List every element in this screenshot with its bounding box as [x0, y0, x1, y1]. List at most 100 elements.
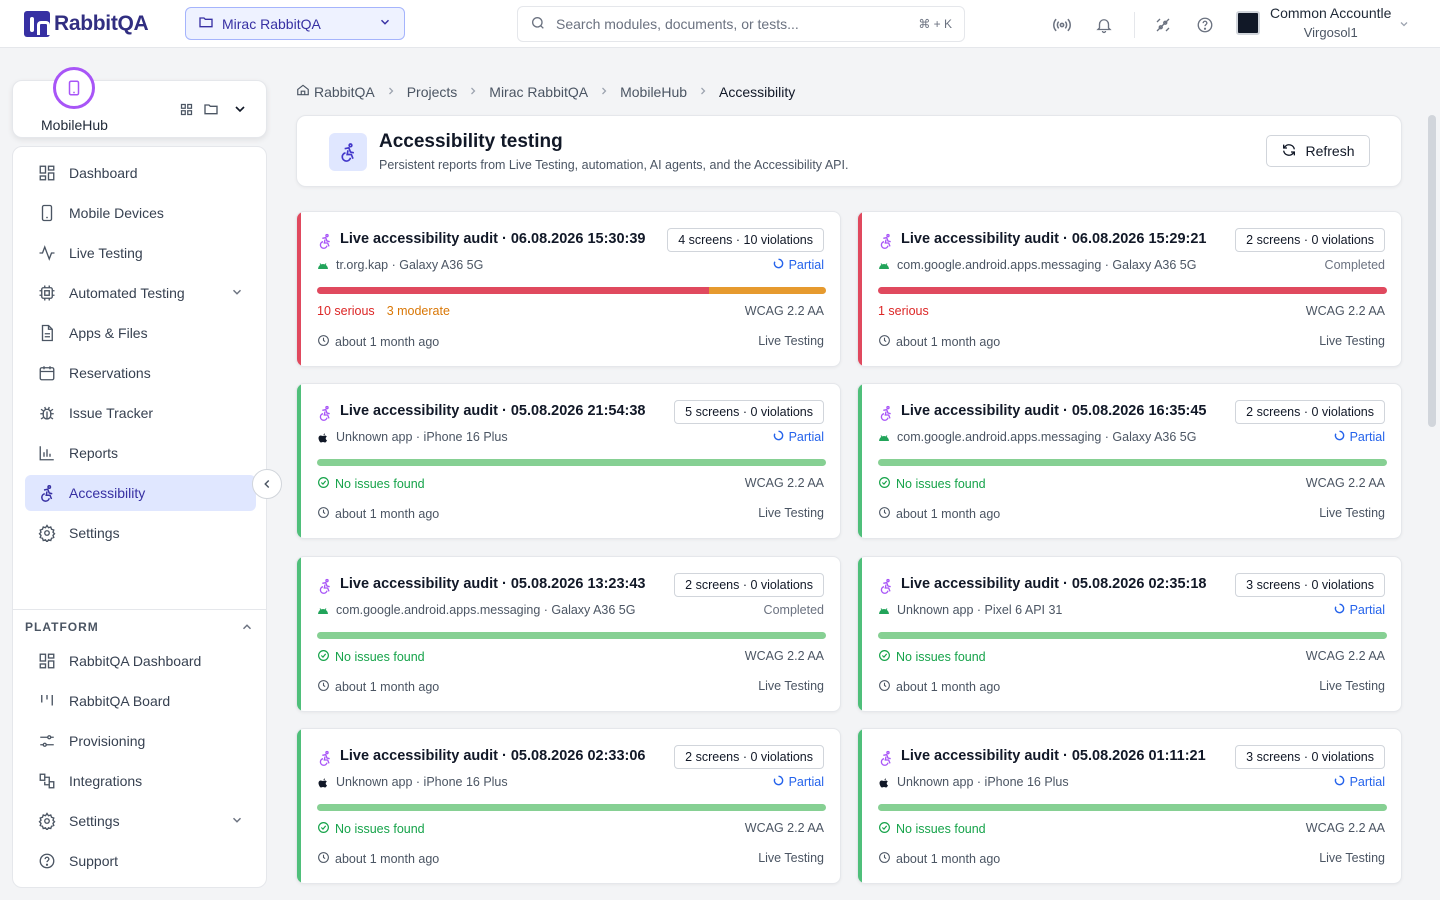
app-logo[interactable]: RabbitQA	[24, 11, 149, 37]
broadcast-icon[interactable]	[1050, 13, 1074, 37]
breadcrumb-item[interactable]: Projects	[407, 84, 458, 100]
grid-view-icon[interactable]	[179, 102, 194, 120]
violation-counts: 10 serious 3 moderate	[317, 304, 450, 318]
theme-toggle-icon[interactable]	[1151, 13, 1175, 37]
audit-title[interactable]: Live accessibility audit · 05.08.2026 16…	[901, 403, 1206, 419]
avatar	[1236, 10, 1260, 35]
sidebar-item-label: Automated Testing	[69, 285, 185, 301]
audit-card[interactable]: Live accessibility audit · 05.08.2026 02…	[296, 727, 841, 884]
audit-card[interactable]: Live accessibility audit · 05.08.2026 16…	[857, 383, 1402, 540]
audit-card[interactable]: Live accessibility audit · 05.08.2026 01…	[857, 727, 1402, 884]
audit-title[interactable]: Live accessibility audit · 05.08.2026 01…	[901, 748, 1206, 764]
rabbitqa-logo-icon	[24, 11, 50, 37]
sidebar-item-reservations[interactable]: Reservations	[25, 355, 256, 391]
ok-segment	[317, 803, 826, 811]
audit-card[interactable]: Live accessibility audit · 05.08.2026 13…	[296, 555, 841, 712]
global-search[interactable]: Search modules, documents, or tests... ⌘…	[517, 6, 965, 42]
collapse-sidebar-button[interactable]	[252, 469, 282, 499]
bug-icon	[37, 403, 57, 423]
breadcrumb-item[interactable]: Mirac RabbitQA	[489, 84, 588, 100]
audit-source: Live Testing	[758, 678, 824, 693]
project-selector[interactable]: Mirac RabbitQA	[185, 7, 405, 40]
audit-summary-badge: 2 screens · 0 violations	[674, 744, 824, 769]
help-icon[interactable]	[1193, 13, 1217, 37]
check-circle-icon	[878, 821, 891, 837]
audit-card[interactable]: Live accessibility audit · 05.08.2026 02…	[857, 555, 1402, 712]
partial-icon	[1334, 603, 1345, 617]
chevron-up-icon[interactable]	[240, 620, 254, 637]
top-bar: RabbitQA Mirac RabbitQA Search modules, …	[0, 0, 1440, 48]
violation-counts: No issues found	[878, 821, 986, 837]
folder-icon[interactable]	[203, 101, 219, 120]
divider	[13, 609, 266, 610]
accessibility-icon	[317, 405, 333, 424]
sidebar-item-settings[interactable]: Settings	[25, 515, 256, 551]
sidebar-item-support[interactable]: Support	[25, 843, 256, 879]
divider	[1134, 12, 1135, 38]
severity-accent	[297, 556, 301, 711]
audit-card[interactable]: Live accessibility audit · 06.08.2026 15…	[296, 211, 841, 367]
accessibility-icon	[878, 578, 894, 597]
app-name: RabbitQA	[54, 12, 149, 35]
audit-title[interactable]: Live accessibility audit · 05.08.2026 02…	[901, 576, 1206, 592]
breadcrumb-item[interactable]: MobileHub	[620, 84, 687, 100]
audit-app-device: com.google.android.apps.messaging · Gala…	[897, 258, 1197, 272]
audit-title[interactable]: Live accessibility audit · 05.08.2026 13…	[340, 576, 645, 592]
sidebar-item-settings[interactable]: Settings	[25, 803, 256, 839]
sidebar-item-rabbitqa-dashboard[interactable]: RabbitQA Dashboard	[25, 643, 256, 679]
sidebar-item-integrations[interactable]: Integrations	[25, 763, 256, 799]
audit-status: Partial	[1334, 603, 1385, 617]
clock-icon	[317, 506, 330, 522]
wcag-standard: WCAG 2.2 AA	[744, 648, 824, 663]
clock-icon	[317, 851, 330, 867]
partial-icon	[773, 775, 784, 789]
audit-source: Live Testing	[758, 506, 824, 521]
ok-segment	[878, 459, 1387, 467]
no-issues-label: No issues found	[335, 821, 425, 836]
audit-summary-badge: 2 screens · 0 violations	[1235, 400, 1385, 425]
breadcrumb-item[interactable]: RabbitQA	[314, 84, 375, 100]
audit-summary-badge: 2 screens · 0 violations	[1235, 228, 1385, 252]
audit-summary-badge: 5 screens · 0 violations	[674, 400, 824, 425]
audit-app-device: Unknown app · iPhone 16 Plus	[336, 430, 508, 445]
refresh-button[interactable]: Refresh	[1266, 135, 1370, 167]
violation-counts: No issues found	[878, 649, 986, 665]
severity-accent	[297, 212, 301, 366]
severity-accent	[858, 384, 862, 539]
audit-title[interactable]: Live accessibility audit · 06.08.2026 15…	[901, 231, 1206, 247]
sidebar-item-mobile-devices[interactable]: Mobile Devices	[25, 195, 256, 231]
sidebar-item-apps-files[interactable]: Apps & Files	[25, 315, 256, 351]
sidebar-item-accessibility[interactable]: Accessibility	[25, 475, 256, 511]
sidebar-item-dashboard[interactable]: Dashboard	[25, 155, 256, 191]
wcag-standard: WCAG 2.2 AA	[1305, 304, 1385, 318]
search-input[interactable]: Search modules, documents, or tests...	[556, 16, 918, 32]
audit-time: about 1 month ago	[878, 851, 1000, 867]
user-menu[interactable]: Common Accountle Virgosol1	[1236, 5, 1391, 40]
audit-title[interactable]: Live accessibility audit · 05.08.2026 21…	[340, 403, 645, 419]
sidebar-item-issue-tracker[interactable]: Issue Tracker	[25, 395, 256, 431]
audit-title[interactable]: Live accessibility audit · 05.08.2026 02…	[340, 748, 645, 764]
sidebar-nav: Dashboard Mobile Devices Live Testing Autom…	[25, 155, 256, 555]
sidebar-item-rabbitqa-board[interactable]: RabbitQA Board	[25, 683, 256, 719]
audit-card[interactable]: Live accessibility audit · 06.08.2026 15…	[857, 211, 1402, 367]
chevron-down-icon[interactable]	[1398, 17, 1410, 33]
chevron-down-icon[interactable]	[230, 813, 244, 830]
audit-status-label: Partial	[788, 774, 824, 789]
audit-summary-badge: 2 screens · 0 violations	[674, 572, 824, 597]
severity-accent	[858, 556, 862, 711]
sidebar-item-reports[interactable]: Reports	[25, 435, 256, 471]
sidebar-item-label: RabbitQA Board	[69, 693, 171, 709]
folder-icon	[198, 14, 214, 33]
sidebar-item-live-testing[interactable]: Live Testing	[25, 235, 256, 271]
audit-title[interactable]: Live accessibility audit · 06.08.2026 15…	[340, 231, 645, 247]
scrollbar[interactable]	[1428, 115, 1436, 427]
hub-name: MobileHub	[41, 117, 108, 133]
sidebar-item-label: RabbitQA Dashboard	[69, 653, 202, 669]
sidebar-item-provisioning[interactable]: Provisioning	[25, 723, 256, 759]
bell-icon[interactable]	[1092, 13, 1116, 37]
page-header: Accessibility testing Persistent reports…	[296, 115, 1402, 187]
chevron-down-icon[interactable]	[230, 285, 244, 302]
audit-card[interactable]: Live accessibility audit · 05.08.2026 21…	[296, 383, 841, 540]
sidebar-item-automated-testing[interactable]: Automated Testing	[25, 275, 256, 311]
chevron-down-icon[interactable]	[232, 101, 248, 120]
